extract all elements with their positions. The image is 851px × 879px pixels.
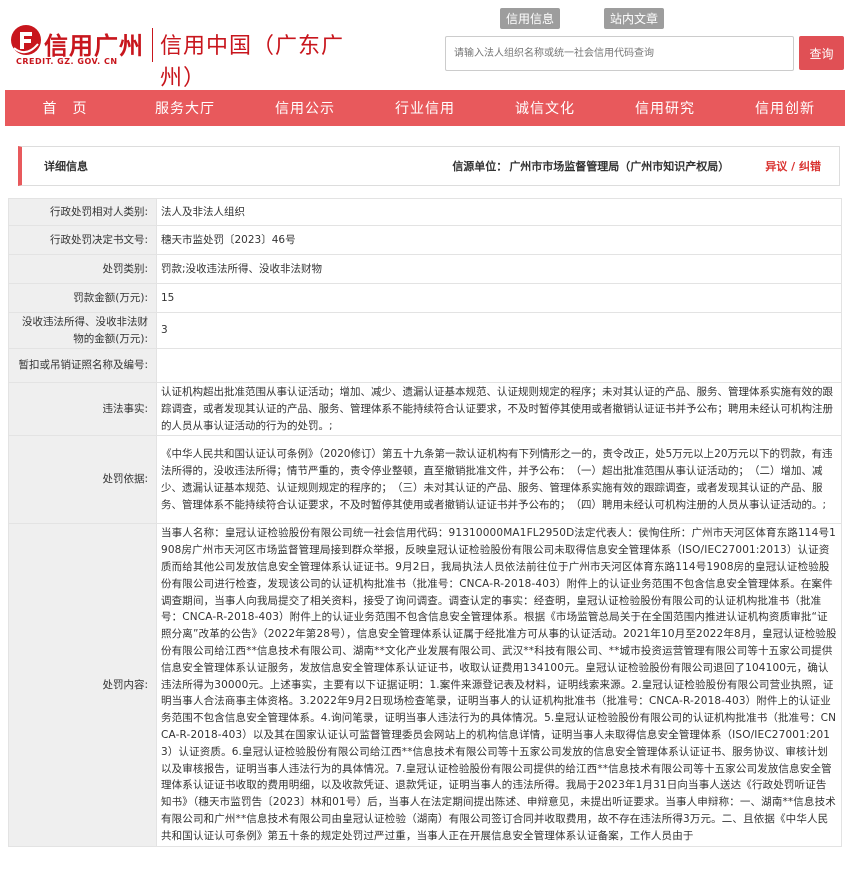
detail-info-title: 详细信息 — [44, 160, 88, 173]
table-row: 行政处罚相对人类别: 法人及非法人组织 — [8, 198, 842, 226]
search-button[interactable]: 查询 — [799, 36, 844, 70]
row-label: 处罚类别: — [8, 254, 157, 284]
row-value: 认证机构超出批准范围从事认证活动；增加、减少、遗漏认证基本规范、认证规则规定的程… — [156, 381, 842, 437]
site-logo[interactable]: 信用广州 CREDIT. GZ. GOV. CN 信用中国（广东广州） — [8, 22, 348, 91]
row-label: 暂扣或吊销证照名称及编号: — [8, 348, 157, 383]
table-row: 罚款金额(万元): 15 — [8, 283, 842, 313]
logo-divider — [152, 28, 153, 62]
credit-logo-icon — [11, 25, 41, 55]
info-source-label: 信源单位： — [452, 160, 508, 173]
row-label: 罚款金额(万元): — [8, 283, 157, 313]
nav-item-credit-research[interactable]: 信用研究 — [605, 90, 725, 126]
nav-item-credit-publicity[interactable]: 信用公示 — [245, 90, 365, 126]
row-label: 行政处罚相对人类别: — [8, 198, 157, 226]
row-label: 处罚内容: — [8, 523, 157, 847]
info-source: 信源单位： 广州市市场监督管理局（广州市知识产权局） — [452, 158, 729, 174]
top-links: 信用信息 站内文章 — [500, 8, 665, 29]
table-row: 违法事实: 认证机构超出批准范围从事认证活动；增加、减少、遗漏认证基本规范、认证… — [8, 381, 842, 437]
row-value: 《中华人民共和国认证认可条例》（2020修订）第五十九条第一款认证机构有下列情形… — [156, 435, 842, 525]
row-value: 穗天市监处罚〔2023〕46号 — [156, 225, 842, 255]
nav-item-home[interactable]: 首 页 — [5, 90, 125, 126]
table-row: 处罚类别: 罚款;没收违法所得、没收非法财物 — [8, 254, 842, 284]
row-value: 当事人名称：皇冠认证检验股份有限公司统一社会信用代码：91310000MA1FL… — [156, 523, 842, 847]
search-box — [445, 36, 794, 71]
row-value: 罚款;没收违法所得、没收非法财物 — [156, 254, 842, 284]
row-label: 行政处罚决定书文号: — [8, 225, 157, 255]
search-input[interactable] — [446, 37, 793, 70]
table-row: 暂扣或吊销证照名称及编号: — [8, 348, 842, 383]
detail-info-header: 详细信息 信源单位： 广州市市场监督管理局（广州市知识产权局） 异议 / 纠错 — [18, 146, 840, 186]
row-label: 处罚依据: — [8, 435, 157, 525]
row-value: 15 — [156, 283, 842, 313]
nav-item-industry-credit[interactable]: 行业信用 — [365, 90, 485, 126]
site-name: 信用中国（广东广州） — [160, 34, 345, 91]
row-value — [156, 348, 842, 383]
table-row: 没收违法所得、没收非法财物的金额(万元): 3 — [8, 312, 842, 349]
row-value: 3 — [156, 312, 842, 349]
logo-subtitle: CREDIT. GZ. GOV. CN — [16, 57, 118, 66]
nav-item-credit-innovation[interactable]: 信用创新 — [725, 90, 845, 126]
row-value: 法人及非法人组织 — [156, 198, 842, 226]
detail-table: 行政处罚相对人类别: 法人及非法人组织 行政处罚决定书文号: 穗天市监处罚〔20… — [8, 198, 842, 847]
objection-correction-link[interactable]: 异议 / 纠错 — [765, 158, 821, 174]
table-row: 行政处罚决定书文号: 穗天市监处罚〔2023〕46号 — [8, 225, 842, 255]
top-link-site-articles[interactable]: 站内文章 — [604, 8, 665, 29]
nav-item-service-hall[interactable]: 服务大厅 — [125, 90, 245, 126]
top-link-credit-info[interactable]: 信用信息 — [500, 8, 561, 29]
table-row: 处罚依据: 《中华人民共和国认证认可条例》（2020修订）第五十九条第一款认证机… — [8, 435, 842, 525]
row-label: 违法事实: — [8, 381, 157, 437]
info-source-value: 广州市市场监督管理局（广州市知识产权局） — [509, 160, 730, 173]
nav-item-integrity-culture[interactable]: 诚信文化 — [485, 90, 605, 126]
table-row: 处罚内容: 当事人名称：皇冠认证检验股份有限公司统一社会信用代码：9131000… — [8, 523, 842, 847]
logo-text: 信用广州 — [44, 32, 144, 60]
row-label: 没收违法所得、没收非法财物的金额(万元): — [8, 312, 157, 349]
main-nav: 首 页 服务大厅 信用公示 行业信用 诚信文化 信用研究 信用创新 — [5, 90, 845, 126]
